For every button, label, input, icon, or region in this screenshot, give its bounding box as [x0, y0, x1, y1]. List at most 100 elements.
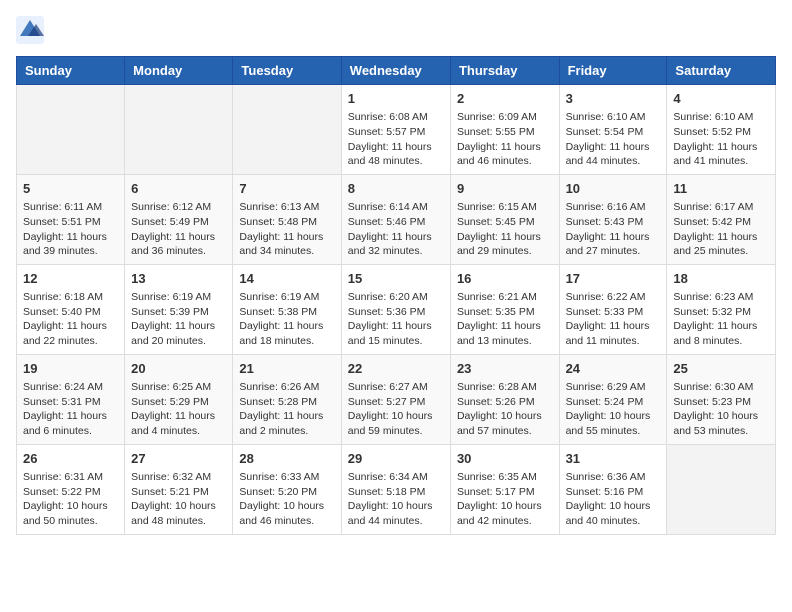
col-monday: Monday	[125, 57, 233, 85]
day-number: 28	[239, 450, 334, 468]
day-number: 5	[23, 180, 118, 198]
day-number: 16	[457, 270, 553, 288]
day-number: 18	[673, 270, 769, 288]
logo-icon	[16, 16, 44, 44]
day-number: 9	[457, 180, 553, 198]
calendar-table: Sunday Monday Tuesday Wednesday Thursday…	[16, 56, 776, 535]
day-info: Sunrise: 6:16 AM Sunset: 5:43 PM Dayligh…	[566, 200, 661, 259]
day-cell-4-3: 21 Sunrise: 6:26 AM Sunset: 5:28 PM Dayli…	[233, 354, 341, 444]
day-number: 25	[673, 360, 769, 378]
day-cell-1-2	[125, 85, 233, 175]
day-number: 1	[348, 90, 444, 108]
day-info: Sunrise: 6:35 AM Sunset: 5:17 PM Dayligh…	[457, 470, 553, 529]
day-info: Sunrise: 6:14 AM Sunset: 5:46 PM Dayligh…	[348, 200, 444, 259]
calendar-header-row: Sunday Monday Tuesday Wednesday Thursday…	[17, 57, 776, 85]
day-number: 4	[673, 90, 769, 108]
week-row-2: 5 Sunrise: 6:11 AM Sunset: 5:51 PM Daylig…	[17, 174, 776, 264]
day-cell-2-5: 9 Sunrise: 6:15 AM Sunset: 5:45 PM Daylig…	[450, 174, 559, 264]
week-row-1: 1 Sunrise: 6:08 AM Sunset: 5:57 PM Daylig…	[17, 85, 776, 175]
day-cell-3-3: 14Sunrise: 6:19 AM Sunset: 5:38 PM Dayli…	[233, 264, 341, 354]
day-info: Sunrise: 6:24 AM Sunset: 5:31 PM Dayligh…	[23, 380, 118, 439]
day-number: 23	[457, 360, 553, 378]
day-info: Sunrise: 6:22 AM Sunset: 5:33 PM Dayligh…	[566, 290, 661, 349]
day-number: 30	[457, 450, 553, 468]
day-number: 17	[566, 270, 661, 288]
day-cell-5-4: 29Sunrise: 6:34 AM Sunset: 5:18 PM Dayli…	[341, 444, 450, 534]
day-number: 2	[457, 90, 553, 108]
day-cell-2-7: 11Sunrise: 6:17 AM Sunset: 5:42 PM Dayli…	[667, 174, 776, 264]
day-number: 26	[23, 450, 118, 468]
day-cell-4-5: 23 Sunrise: 6:28 AM Sunset: 5:26 PM Dayli…	[450, 354, 559, 444]
day-number: 6	[131, 180, 226, 198]
week-row-3: 12 Sunrise: 6:18 AM Sunset: 5:40 PM Dayli…	[17, 264, 776, 354]
day-number: 13	[131, 270, 226, 288]
day-cell-5-1: 26 Sunrise: 6:31 AM Sunset: 5:22 PM Dayli…	[17, 444, 125, 534]
day-info: Sunrise: 6:29 AM Sunset: 5:24 PM Dayligh…	[566, 380, 661, 439]
day-number: 24	[566, 360, 661, 378]
day-cell-3-5: 16Sunrise: 6:21 AM Sunset: 5:35 PM Dayli…	[450, 264, 559, 354]
day-cell-1-1	[17, 85, 125, 175]
day-cell-4-6: 24 Sunrise: 6:29 AM Sunset: 5:24 PM Dayli…	[559, 354, 667, 444]
day-cell-5-2: 27 Sunrise: 6:32 AM Sunset: 5:21 PM Dayli…	[125, 444, 233, 534]
day-cell-5-6: 31Sunrise: 6:36 AM Sunset: 5:16 PM Dayli…	[559, 444, 667, 534]
day-cell-5-5: 30 Sunrise: 6:35 AM Sunset: 5:17 PM Dayli…	[450, 444, 559, 534]
day-info: Sunrise: 6:32 AM Sunset: 5:21 PM Dayligh…	[131, 470, 226, 529]
day-cell-5-7	[667, 444, 776, 534]
day-cell-2-6: 10 Sunrise: 6:16 AM Sunset: 5:43 PM Dayli…	[559, 174, 667, 264]
day-cell-2-4: 8 Sunrise: 6:14 AM Sunset: 5:46 PM Daylig…	[341, 174, 450, 264]
day-info: Sunrise: 6:17 AM Sunset: 5:42 PM Dayligh…	[673, 200, 769, 259]
day-number: 15	[348, 270, 444, 288]
day-info: Sunrise: 6:18 AM Sunset: 5:40 PM Dayligh…	[23, 290, 118, 349]
day-info: Sunrise: 6:31 AM Sunset: 5:22 PM Dayligh…	[23, 470, 118, 529]
day-info: Sunrise: 6:33 AM Sunset: 5:20 PM Dayligh…	[239, 470, 334, 529]
day-cell-1-7: 4 Sunrise: 6:10 AM Sunset: 5:52 PM Daylig…	[667, 85, 776, 175]
day-number: 12	[23, 270, 118, 288]
day-number: 22	[348, 360, 444, 378]
day-number: 10	[566, 180, 661, 198]
page-header	[16, 16, 776, 44]
day-cell-2-2: 6 Sunrise: 6:12 AM Sunset: 5:49 PM Daylig…	[125, 174, 233, 264]
col-thursday: Thursday	[450, 57, 559, 85]
day-cell-2-3: 7Sunrise: 6:13 AM Sunset: 5:48 PM Daylig…	[233, 174, 341, 264]
day-info: Sunrise: 6:26 AM Sunset: 5:28 PM Dayligh…	[239, 380, 334, 439]
day-info: Sunrise: 6:27 AM Sunset: 5:27 PM Dayligh…	[348, 380, 444, 439]
day-cell-2-1: 5 Sunrise: 6:11 AM Sunset: 5:51 PM Daylig…	[17, 174, 125, 264]
day-cell-5-3: 28 Sunrise: 6:33 AM Sunset: 5:20 PM Dayli…	[233, 444, 341, 534]
day-info: Sunrise: 6:36 AM Sunset: 5:16 PM Dayligh…	[566, 470, 661, 529]
day-cell-3-2: 13 Sunrise: 6:19 AM Sunset: 5:39 PM Dayli…	[125, 264, 233, 354]
day-number: 29	[348, 450, 444, 468]
day-number: 20	[131, 360, 226, 378]
col-tuesday: Tuesday	[233, 57, 341, 85]
day-cell-1-5: 2Sunrise: 6:09 AM Sunset: 5:55 PM Daylig…	[450, 85, 559, 175]
day-info: Sunrise: 6:10 AM Sunset: 5:52 PM Dayligh…	[673, 110, 769, 169]
week-row-5: 26 Sunrise: 6:31 AM Sunset: 5:22 PM Dayli…	[17, 444, 776, 534]
col-saturday: Saturday	[667, 57, 776, 85]
day-number: 27	[131, 450, 226, 468]
day-info: Sunrise: 6:15 AM Sunset: 5:45 PM Dayligh…	[457, 200, 553, 259]
day-info: Sunrise: 6:20 AM Sunset: 5:36 PM Dayligh…	[348, 290, 444, 349]
day-info: Sunrise: 6:25 AM Sunset: 5:29 PM Dayligh…	[131, 380, 226, 439]
day-number: 7	[239, 180, 334, 198]
day-number: 19	[23, 360, 118, 378]
day-info: Sunrise: 6:11 AM Sunset: 5:51 PM Dayligh…	[23, 200, 118, 259]
day-cell-4-7: 25Sunrise: 6:30 AM Sunset: 5:23 PM Dayli…	[667, 354, 776, 444]
week-row-4: 19 Sunrise: 6:24 AM Sunset: 5:31 PM Dayli…	[17, 354, 776, 444]
day-cell-1-3	[233, 85, 341, 175]
day-info: Sunrise: 6:19 AM Sunset: 5:39 PM Dayligh…	[131, 290, 226, 349]
day-number: 21	[239, 360, 334, 378]
day-cell-3-6: 17 Sunrise: 6:22 AM Sunset: 5:33 PM Dayli…	[559, 264, 667, 354]
day-info: Sunrise: 6:12 AM Sunset: 5:49 PM Dayligh…	[131, 200, 226, 259]
col-wednesday: Wednesday	[341, 57, 450, 85]
day-cell-3-1: 12 Sunrise: 6:18 AM Sunset: 5:40 PM Dayli…	[17, 264, 125, 354]
day-cell-4-2: 20 Sunrise: 6:25 AM Sunset: 5:29 PM Dayli…	[125, 354, 233, 444]
col-sunday: Sunday	[17, 57, 125, 85]
day-number: 3	[566, 90, 661, 108]
day-info: Sunrise: 6:10 AM Sunset: 5:54 PM Dayligh…	[566, 110, 661, 169]
day-number: 14	[239, 270, 334, 288]
day-cell-3-4: 15 Sunrise: 6:20 AM Sunset: 5:36 PM Dayli…	[341, 264, 450, 354]
day-info: Sunrise: 6:08 AM Sunset: 5:57 PM Dayligh…	[348, 110, 444, 169]
day-cell-3-7: 18Sunrise: 6:23 AM Sunset: 5:32 PM Dayli…	[667, 264, 776, 354]
day-cell-1-6: 3 Sunrise: 6:10 AM Sunset: 5:54 PM Daylig…	[559, 85, 667, 175]
day-number: 8	[348, 180, 444, 198]
day-info: Sunrise: 6:28 AM Sunset: 5:26 PM Dayligh…	[457, 380, 553, 439]
